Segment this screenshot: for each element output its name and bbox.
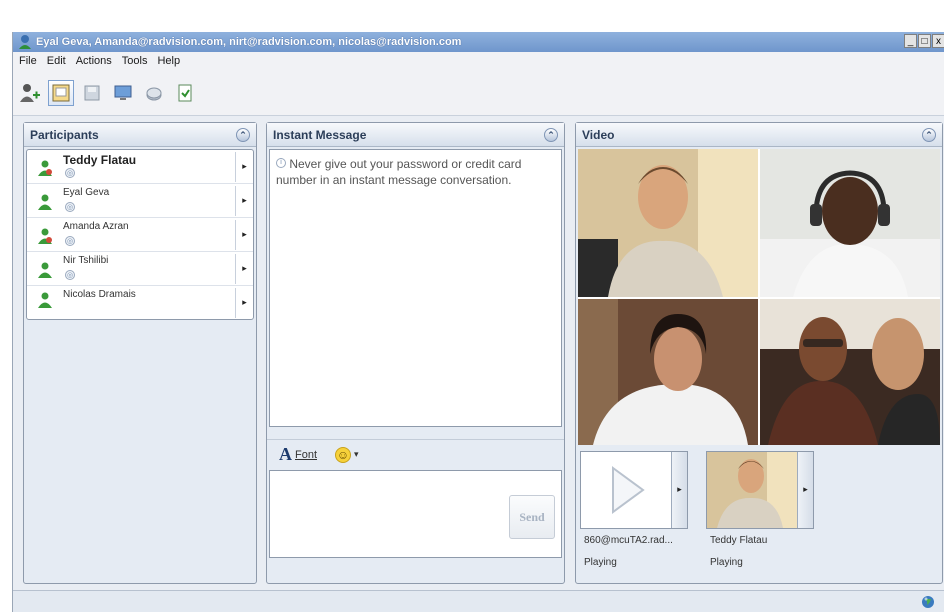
participants-panel: Participants ⌃ Teddy Flatau ◎ ▸ Eyal Gev… — [23, 122, 257, 584]
participant-status-icon: ◎ — [65, 270, 75, 280]
participant-menu-arrow[interactable]: ▸ — [235, 288, 253, 318]
app-icon — [19, 35, 31, 49]
menu-bar: File Edit Actions Tools Help — [13, 52, 944, 70]
message-input[interactable] — [272, 473, 508, 555]
font-icon[interactable]: A — [279, 444, 292, 465]
menu-actions[interactable]: Actions — [76, 55, 112, 67]
security-notice-text: Never give out your password or credit c… — [276, 157, 522, 187]
thumbnail-menu-arrow[interactable]: ▸ — [671, 452, 687, 528]
format-bar: A Font ☺ ▾ — [267, 439, 564, 469]
video-thumbnail[interactable]: ▸ — [706, 451, 814, 529]
menu-file[interactable]: File — [19, 55, 37, 67]
participant-row[interactable]: Eyal Geva ◎ ▸ — [27, 184, 253, 218]
participant-name: Nir Tshilibi — [63, 255, 109, 266]
thumbnail-status: Playing — [584, 557, 617, 568]
window-controls: _ □ x — [904, 34, 944, 48]
participants-title: Participants — [30, 127, 99, 142]
thumbnail-status: Playing — [710, 557, 743, 568]
font-button[interactable]: Font — [295, 449, 317, 461]
instant-message-title: Instant Message — [273, 127, 367, 142]
info-icon: i — [276, 158, 286, 168]
collapse-instant-message-button[interactable]: ⌃ — [544, 128, 558, 142]
participant-status-icon: ◎ — [65, 168, 75, 178]
add-participant-button[interactable] — [17, 80, 43, 106]
disk-button[interactable] — [141, 80, 167, 106]
participant-list: Teddy Flatau ◎ ▸ Eyal Geva ◎ ▸ Amanda Az… — [26, 149, 254, 320]
play-icon — [581, 452, 671, 528]
save-button[interactable] — [79, 80, 105, 106]
app-window: Eyal Geva, Amanda@radvision.com, nirt@ra… — [12, 32, 944, 612]
menu-help[interactable]: Help — [157, 55, 180, 67]
video-header: Video ⌃ — [576, 123, 942, 147]
instant-message-panel: Instant Message ⌃ i Never give out your … — [266, 122, 565, 584]
monitor-icon — [114, 85, 132, 100]
thumbnail-menu-arrow[interactable]: ▸ — [797, 452, 813, 528]
thumbnail-label: Teddy Flatau — [710, 535, 768, 546]
video-title: Video — [582, 127, 615, 142]
participant-speaking-icon — [38, 228, 52, 244]
participant-name: Eyal Geva — [63, 187, 110, 198]
participant-name: Teddy Flatau — [63, 153, 137, 167]
sheet-icon — [178, 84, 192, 101]
video-thumbnail-illustration — [707, 452, 797, 528]
participant-menu-arrow[interactable]: ▸ — [235, 220, 253, 250]
participant-row[interactable]: Amanda Azran ◎ ▸ — [27, 218, 253, 252]
participant-icon — [38, 262, 52, 278]
instant-message-header: Instant Message ⌃ — [267, 123, 564, 147]
participant-row[interactable]: Teddy Flatau ◎ ▸ — [27, 150, 253, 184]
toolbar — [13, 70, 944, 116]
sheet-button[interactable] — [172, 80, 198, 106]
emoticon-icon[interactable]: ☺ — [335, 446, 352, 463]
globe-icon[interactable] — [921, 595, 935, 609]
message-compose: Send — [269, 470, 562, 558]
video-panel: Video ⌃ ▸ ▸ 860@mcuTA2.rad... Playing Te… — [575, 122, 943, 584]
menu-tools[interactable]: Tools — [122, 55, 148, 67]
close-button[interactable]: x — [932, 34, 944, 48]
participant-status-icon: ◎ — [65, 202, 75, 212]
video-thumbnail[interactable]: ▸ — [580, 451, 688, 529]
thumbnail-label: 860@mcuTA2.rad... — [584, 535, 673, 546]
security-notice: i Never give out your password or credit… — [276, 156, 558, 188]
participant-status-icon: ◎ — [65, 236, 75, 246]
participant-name: Amanda Azran — [63, 221, 129, 232]
participant-row[interactable]: Nir Tshilibi ◎ ▸ — [27, 252, 253, 286]
menu-edit[interactable]: Edit — [47, 55, 66, 67]
participant-menu-arrow[interactable]: ▸ — [235, 186, 253, 216]
video-feed-illustration — [578, 149, 940, 445]
save-icon — [84, 85, 100, 100]
participant-icon — [38, 292, 52, 308]
maximize-button[interactable]: □ — [918, 34, 931, 48]
video-grid[interactable] — [578, 149, 940, 445]
monitor-button[interactable] — [110, 80, 136, 106]
participants-header: Participants ⌃ — [24, 123, 256, 147]
message-history[interactable]: i Never give out your password or credit… — [269, 149, 562, 427]
disk-icon — [146, 87, 162, 100]
pictures-button[interactable] — [48, 79, 74, 106]
pictures-icon — [52, 84, 70, 101]
participant-menu-arrow[interactable]: ▸ — [235, 254, 253, 284]
participant-icon — [38, 194, 52, 210]
collapse-video-button[interactable]: ⌃ — [922, 128, 936, 142]
participant-menu-arrow[interactable]: ▸ — [235, 152, 253, 182]
minimize-button[interactable]: _ — [904, 34, 917, 48]
status-bar — [13, 590, 944, 612]
send-button[interactable]: Send — [509, 495, 555, 539]
participant-speaking-icon — [38, 160, 52, 176]
emoticon-dropdown-icon[interactable]: ▾ — [354, 449, 359, 460]
title-bar[interactable]: Eyal Geva, Amanda@radvision.com, nirt@ra… — [13, 32, 944, 52]
window-title: Eyal Geva, Amanda@radvision.com, nirt@ra… — [36, 36, 462, 48]
participant-row[interactable]: Nicolas Dramais ▸ — [27, 286, 253, 320]
collapse-participants-button[interactable]: ⌃ — [236, 128, 250, 142]
participant-name: Nicolas Dramais — [63, 289, 136, 300]
add-participant-icon — [20, 83, 40, 102]
